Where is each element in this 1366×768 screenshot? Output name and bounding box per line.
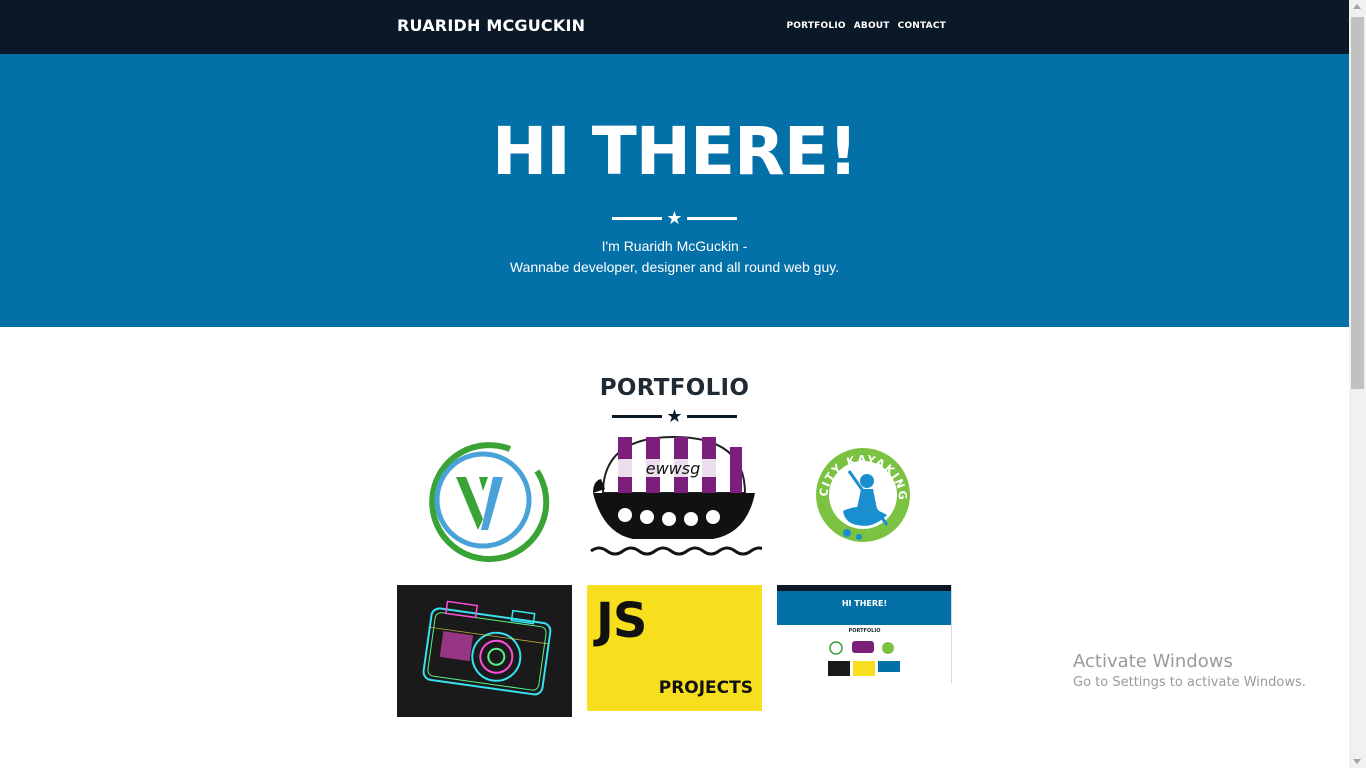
hero-star-divider: ★ — [612, 208, 737, 228]
portfolio-star-divider: ★ — [612, 406, 737, 426]
nav-link-about[interactable]: ABOUT — [854, 21, 890, 31]
divider-line — [687, 414, 737, 418]
vertical-scrollbar[interactable] — [1349, 0, 1366, 768]
portfolio-item-ewwsg[interactable]: ewwsg — [587, 433, 762, 560]
hero-title: HI THERE! — [491, 113, 858, 190]
scroll-up-arrow-icon[interactable] — [1353, 4, 1361, 9]
brand-link[interactable]: RUARIDH MCGUCKIN — [397, 16, 585, 35]
portfolio-title: PORTFOLIO — [599, 375, 750, 401]
portfolio-item-v-logo[interactable]: V — [397, 433, 572, 568]
hero-subtitle: I'm Ruaridh McGuckin - Wannabe developer… — [0, 236, 1349, 278]
js-logo-text: JS — [596, 593, 647, 649]
preview-thumbnails — [828, 641, 900, 676]
hero-section: HI THERE! ★ I'm Ruaridh McGuckin - Wanna… — [0, 54, 1349, 327]
activate-windows-watermark: Activate Windows Go to Settings to activ… — [1073, 651, 1306, 692]
hero-subtitle-line2: Wannabe developer, designer and all roun… — [509, 259, 840, 275]
divider-line — [612, 216, 662, 220]
camera-icon — [397, 585, 572, 717]
nav-links: PORTFOLIO ABOUT CONTACT — [786, 21, 946, 31]
portfolio-item-site-preview[interactable]: HI THERE! PORTFOLIO — [777, 585, 952, 683]
ewwsg-logo-text: ewwsg — [646, 459, 701, 478]
star-icon: ★ — [666, 406, 683, 426]
divider-line — [612, 414, 662, 418]
watermark-title: Activate Windows — [1073, 651, 1233, 672]
js-projects-caption: PROJECTS — [658, 678, 753, 698]
top-navbar: RUARIDH MCGUCKIN PORTFOLIO ABOUT CONTACT — [0, 0, 1349, 54]
nav-link-portfolio[interactable]: PORTFOLIO — [786, 21, 845, 31]
scroll-thumb[interactable] — [1351, 17, 1364, 389]
star-icon: ★ — [666, 208, 683, 228]
scroll-down-arrow-icon[interactable] — [1353, 759, 1361, 764]
hero-subtitle-line1: I'm Ruaridh McGuckin - — [601, 238, 748, 254]
portfolio-item-js-projects[interactable]: JS PROJECTS — [587, 585, 762, 711]
longboat-icon: ewwsg — [590, 435, 762, 556]
divider-line — [687, 216, 737, 220]
watermark-subtitle: Go to Settings to activate Windows. — [1073, 675, 1306, 690]
kayaking-icon: CITY KAYAKING — [816, 448, 910, 542]
v-logo-icon — [429, 442, 550, 563]
portfolio-item-city-kayaking[interactable]: CITY KAYAKING — [777, 433, 952, 568]
nav-link-contact[interactable]: CONTACT — [898, 21, 946, 31]
portfolio-item-camera[interactable] — [397, 585, 572, 717]
